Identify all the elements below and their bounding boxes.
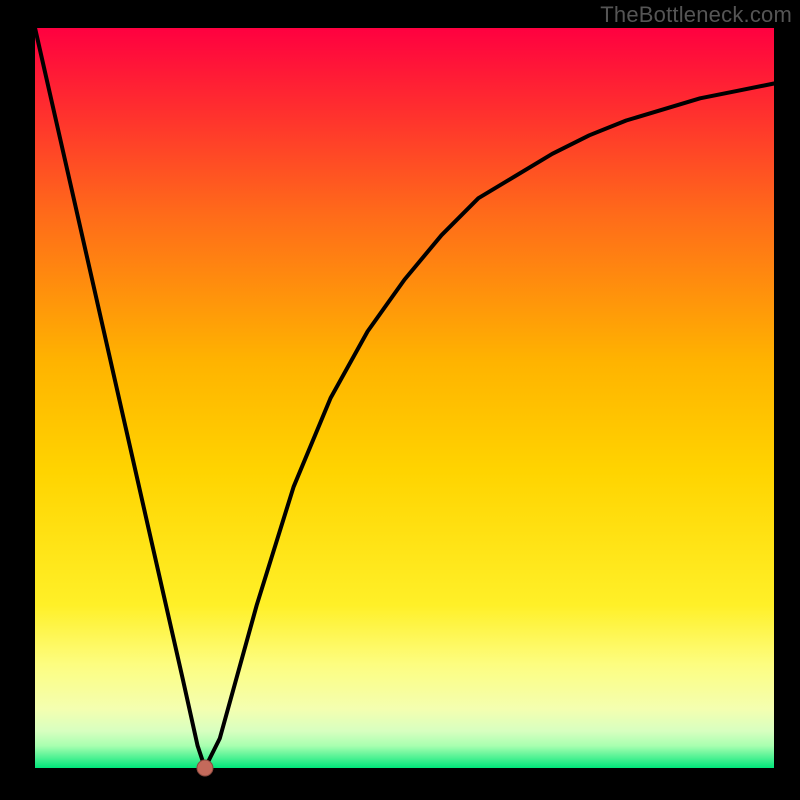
- minimum-marker-dot: [197, 760, 213, 776]
- plot-background: [35, 28, 774, 768]
- chart-svg: [0, 0, 800, 800]
- chart-container: TheBottleneck.com: [0, 0, 800, 800]
